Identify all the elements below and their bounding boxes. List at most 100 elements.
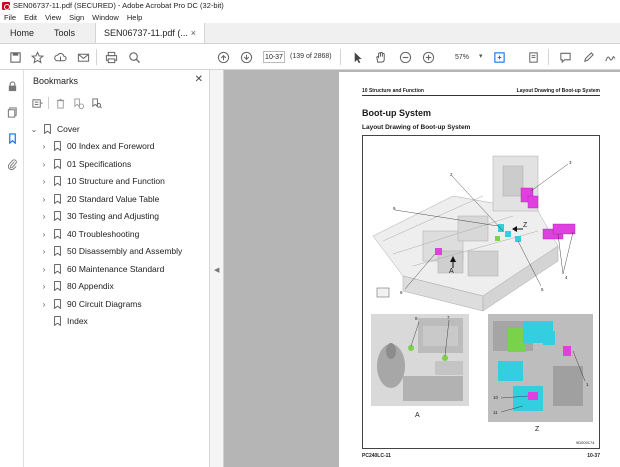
chevron-right-icon[interactable]: › — [40, 142, 48, 151]
hand-tool-icon[interactable] — [373, 50, 387, 64]
bookmark-label: Cover — [57, 124, 80, 134]
acrobat-icon — [2, 1, 10, 10]
chevron-right-icon[interactable]: › — [40, 265, 48, 274]
bookmark-index-foreword[interactable]: › 00 Index and Foreword — [40, 139, 154, 153]
new-bookmark-icon[interactable] — [71, 96, 85, 110]
page-footer-left: PC240LC-11 — [362, 453, 391, 459]
bookmark-testing-adjusting[interactable]: › 30 Testing and Adjusting — [40, 209, 159, 223]
toolbar-separator — [340, 49, 341, 65]
header-rule — [362, 95, 600, 96]
callout-9: 9 — [393, 206, 396, 211]
zoom-level[interactable]: 57% — [447, 51, 477, 63]
collapse-panel-icon[interactable]: ◀ — [214, 266, 219, 274]
mail-icon[interactable] — [76, 50, 90, 64]
chevron-right-icon[interactable]: › — [40, 195, 48, 204]
callout-4: 4 — [565, 275, 568, 280]
bookmark-standard-value[interactable]: › 20 Standard Value Table — [40, 192, 159, 206]
bookmark-index[interactable]: Index — [54, 314, 88, 328]
find-bookmark-icon[interactable] — [89, 96, 103, 110]
chevron-right-icon[interactable]: › — [40, 282, 48, 291]
callout-8: 8 — [415, 316, 418, 321]
menu-file[interactable]: File — [4, 13, 16, 22]
page-count: (139 of 2868) — [290, 53, 332, 60]
comment-icon[interactable] — [558, 50, 572, 64]
bookmark-icon — [54, 299, 61, 309]
chevron-right-icon[interactable]: › — [40, 247, 48, 256]
tab-document[interactable]: SEN06737-11.pdf (... × — [95, 23, 206, 43]
search-icon[interactable] — [127, 50, 141, 64]
close-icon[interactable]: ✕ — [195, 74, 203, 85]
bookmarks-panel: Bookmarks ✕ ⌄ Cover › 00 Index and Forew… — [24, 70, 210, 467]
select-cursor-icon[interactable] — [350, 50, 364, 64]
bookmark-label: Index — [67, 316, 88, 326]
tab-tools[interactable]: Tools — [44, 23, 85, 43]
chevron-right-icon[interactable]: › — [40, 230, 48, 239]
lock-icon[interactable] — [6, 80, 18, 92]
title-bar: SEN06737-11.pdf (SECURED) - Adobe Acroba… — [0, 0, 620, 11]
menu-edit[interactable]: Edit — [24, 13, 37, 22]
zoom-out-icon[interactable] — [398, 50, 412, 64]
pen-icon[interactable] — [581, 50, 595, 64]
bookmark-structure-function[interactable]: › 10 Structure and Function — [40, 174, 165, 188]
tab-home[interactable]: Home — [0, 23, 44, 43]
pdf-page: 10 Structure and Function Layout Drawing… — [339, 72, 620, 467]
tab-bar: Home Tools SEN06737-11.pdf (... × — [0, 23, 620, 44]
bookmark-cover[interactable]: ⌄ Cover — [30, 122, 80, 136]
zoom-dropdown-icon[interactable]: ▾ — [479, 52, 483, 60]
delete-icon[interactable] — [53, 96, 67, 110]
bookmark-label: 50 Disassembly and Assembly — [67, 246, 183, 256]
page-header-left: 10 Structure and Function — [362, 88, 424, 94]
menu-help[interactable]: Help — [127, 13, 142, 22]
bookmark-icon — [54, 159, 61, 169]
options-menu-icon[interactable] — [30, 96, 44, 110]
menu-sign[interactable]: Sign — [69, 13, 84, 22]
menu-view[interactable]: View — [45, 13, 61, 22]
bookmark-circuit-diagrams[interactable]: › 90 Circuit Diagrams — [40, 297, 142, 311]
callout-6: 6 — [400, 290, 403, 295]
chevron-right-icon[interactable]: › — [40, 300, 48, 309]
chevron-right-icon[interactable]: › — [40, 177, 48, 186]
view-label-a-bottom: A — [415, 412, 420, 419]
fit-page-icon[interactable] — [492, 50, 506, 64]
bookmark-appendix[interactable]: › 80 Appendix — [40, 279, 114, 293]
bookmark-disassembly[interactable]: › 50 Disassembly and Assembly — [40, 244, 182, 258]
bookmark-label: 01 Specifications — [67, 159, 132, 169]
bookmark-label: 30 Testing and Adjusting — [67, 211, 159, 221]
zoom-in-icon[interactable] — [421, 50, 435, 64]
pages-icon[interactable] — [6, 106, 18, 118]
previous-page-icon[interactable] — [216, 50, 230, 64]
page-number-input[interactable]: 10-37 — [263, 51, 285, 63]
scroll-mode-icon[interactable] — [526, 50, 540, 64]
bookmark-specifications[interactable]: › 01 Specifications — [40, 157, 131, 171]
print-icon[interactable] — [104, 50, 118, 64]
bookmark-maintenance[interactable]: › 60 Maintenance Standard — [40, 262, 164, 276]
cloud-upload-icon[interactable] — [53, 50, 67, 64]
callout-7: 7 — [447, 315, 450, 320]
menu-window[interactable]: Window — [92, 13, 119, 22]
next-page-icon[interactable] — [239, 50, 253, 64]
bookmark-label: 40 Troubleshooting — [67, 229, 140, 239]
bookmark-icon — [54, 194, 61, 204]
view-label-z-bottom: Z — [535, 426, 540, 433]
bookmark-panel-icon[interactable] — [6, 132, 18, 144]
document-view[interactable]: 10 Structure and Function Layout Drawing… — [224, 70, 620, 467]
panel-splitter[interactable]: ◀ — [210, 70, 224, 467]
chevron-right-icon[interactable]: › — [40, 212, 48, 221]
page-header-right: Layout Drawing of Boot-up System — [516, 88, 600, 94]
tab-close-icon[interactable]: × — [191, 28, 196, 38]
bookmark-label: 10 Structure and Function — [67, 176, 165, 186]
layout-figure: 9 2 3 4 5 6 8 7 1 10 11 Z A A Z 9D000174 — [362, 135, 600, 449]
figure-id: 9D000174 — [576, 440, 595, 445]
figure-illustration — [371, 155, 593, 422]
sign-icon[interactable] — [603, 50, 617, 64]
star-icon[interactable] — [30, 50, 44, 64]
bookmark-label: 60 Maintenance Standard — [67, 264, 165, 274]
chevron-right-icon[interactable]: › — [40, 160, 48, 169]
bookmark-icon — [54, 246, 61, 256]
callout-3: 3 — [569, 160, 572, 165]
bookmark-troubleshooting[interactable]: › 40 Troubleshooting — [40, 227, 139, 241]
chevron-down-icon[interactable]: ⌄ — [30, 125, 38, 134]
attachment-icon[interactable] — [6, 158, 18, 170]
save-icon[interactable] — [8, 50, 22, 64]
bookmark-icon — [54, 281, 61, 291]
